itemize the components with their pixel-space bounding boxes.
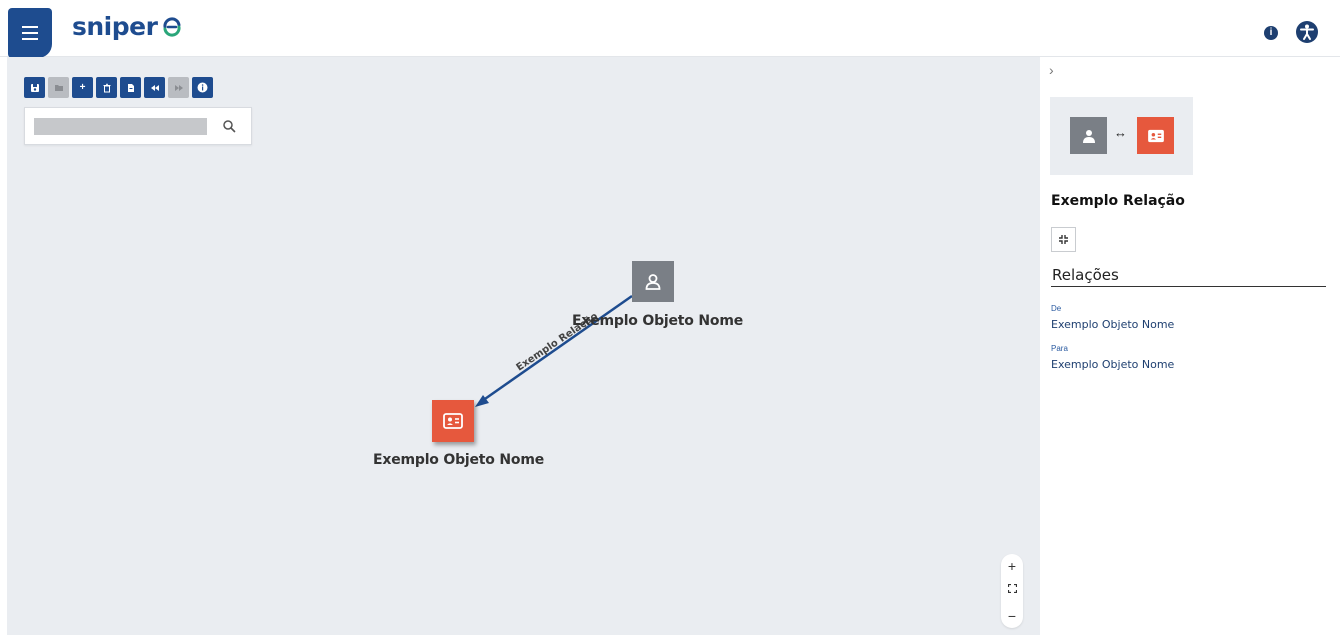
info-icon[interactable]: i bbox=[1264, 26, 1278, 40]
from-value-link[interactable]: Exemplo Objeto Nome bbox=[1051, 318, 1174, 331]
logo-mark-icon bbox=[163, 16, 181, 37]
relation-edge[interactable]: Exemplo Relação bbox=[7, 57, 1040, 635]
user-icon bbox=[1082, 129, 1095, 143]
fit-view-button[interactable] bbox=[1007, 583, 1017, 598]
menu-icon bbox=[22, 24, 38, 42]
to-label: Para bbox=[1051, 344, 1068, 353]
node-label: Exemplo Objeto Nome bbox=[373, 452, 545, 468]
node-label: Exemplo Objeto Nome bbox=[572, 313, 744, 329]
thumb-card-node bbox=[1137, 117, 1174, 154]
bidirectional-arrow-icon: ↔ bbox=[1114, 125, 1127, 140]
app-header: sniper i bbox=[0, 0, 1340, 58]
relation-title: Exemplo Relação bbox=[1051, 193, 1185, 209]
compress-icon bbox=[1059, 235, 1068, 244]
zoom-controls: + − bbox=[1001, 554, 1023, 628]
panel-collapse-chevron[interactable]: › bbox=[1049, 62, 1054, 78]
graph-node-id-card[interactable] bbox=[432, 400, 474, 442]
from-label: De bbox=[1051, 304, 1062, 313]
zoom-in-button[interactable]: + bbox=[1008, 559, 1016, 573]
collapse-button[interactable] bbox=[1051, 227, 1076, 252]
details-panel: › ↔ Exemplo Relação Relações De Exemplo bbox=[1040, 57, 1340, 635]
hamburger-menu-button[interactable] bbox=[8, 8, 52, 58]
relations-section-title: Relações bbox=[1052, 266, 1119, 284]
zoom-out-button[interactable]: − bbox=[1008, 609, 1016, 623]
user-icon bbox=[645, 273, 661, 290]
to-value-link[interactable]: Exemplo Objeto Nome bbox=[1051, 358, 1174, 371]
section-divider bbox=[1051, 286, 1326, 287]
thumb-person-node bbox=[1070, 117, 1107, 154]
fullscreen-icon bbox=[1007, 583, 1017, 594]
logo-text: sniper bbox=[72, 12, 158, 41]
graph-canvas[interactable]: + Exemplo Relação Exemplo Objeto Nome Ex… bbox=[7, 57, 1040, 635]
graph-node-person[interactable] bbox=[632, 261, 674, 302]
id-card-icon bbox=[443, 413, 463, 429]
id-card-icon bbox=[1147, 129, 1164, 142]
logo: sniper bbox=[72, 12, 183, 41]
accessibility-icon[interactable] bbox=[1296, 21, 1318, 43]
relation-thumbnail: ↔ bbox=[1050, 97, 1193, 175]
